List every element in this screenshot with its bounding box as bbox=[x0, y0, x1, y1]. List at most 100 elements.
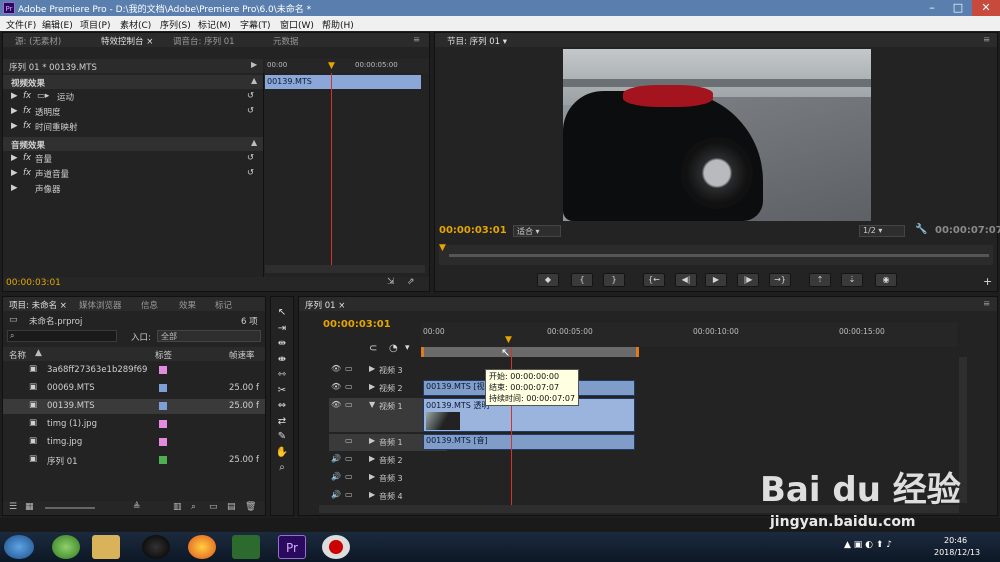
reset-icon[interactable]: ↺ bbox=[247, 153, 254, 163]
automate-icon[interactable]: ≜ bbox=[133, 502, 141, 512]
step-forward-button[interactable]: |▶ bbox=[737, 273, 759, 287]
expand-icon[interactable]: ▶ bbox=[369, 490, 375, 499]
eye-icon[interactable]: 👁 bbox=[331, 400, 341, 409]
fit-dropdown[interactable]: 适合 ▾ bbox=[513, 225, 561, 237]
minimize-icon[interactable]: – bbox=[920, 0, 944, 16]
new-bin-icon[interactable]: ▭ bbox=[209, 502, 218, 512]
reset-icon[interactable]: ↺ bbox=[247, 106, 254, 116]
collapse-icon[interactable]: ▼ bbox=[369, 400, 375, 409]
expand-icon[interactable]: ▶ bbox=[369, 436, 375, 445]
clip-audio-1[interactable]: 00139.MTS [音] bbox=[423, 434, 635, 450]
menu-title[interactable]: 字幕(T) bbox=[240, 18, 271, 31]
film-icon[interactable]: ▭ bbox=[345, 400, 353, 409]
project-item[interactable]: ▣ 00139.MTS 25.00 f bbox=[3, 399, 265, 414]
column-name[interactable]: 名称 bbox=[9, 349, 26, 361]
track-audio-2[interactable]: 🔊 ▭ ▶ 音频 2 bbox=[329, 452, 447, 469]
expand-icon[interactable]: ▶ bbox=[369, 472, 375, 481]
eye-icon[interactable]: 👁 bbox=[331, 364, 341, 373]
zoom-slider[interactable] bbox=[45, 507, 95, 509]
rolling-edit-icon[interactable]: ⇼ bbox=[275, 352, 289, 368]
playhead-icon[interactable]: ▼ bbox=[505, 335, 512, 345]
tab-effects[interactable]: 效果 bbox=[179, 299, 196, 311]
reset-icon[interactable]: ↺ bbox=[247, 168, 254, 178]
playhead-icon[interactable]: ▼ bbox=[439, 243, 446, 253]
export-icon[interactable]: ⇲ bbox=[387, 277, 395, 287]
effect-row-opacity[interactable]: ▶ fx 透明度 ↺ bbox=[3, 106, 263, 121]
tab-sequence[interactable]: 序列 01 × bbox=[305, 299, 345, 311]
hand-icon[interactable]: ✋ bbox=[275, 445, 289, 461]
menu-edit[interactable]: 编辑(E) bbox=[42, 18, 73, 31]
extract-button[interactable]: ⇣ bbox=[841, 273, 863, 287]
pen-icon[interactable]: ✎ bbox=[275, 429, 289, 445]
close-icon[interactable]: ✕ bbox=[972, 0, 1000, 16]
project-item[interactable]: ▣ 00069.MTS 25.00 f bbox=[3, 381, 265, 396]
menu-window[interactable]: 窗口(W) bbox=[280, 18, 314, 31]
add-marker-button[interactable]: ◆ bbox=[537, 273, 559, 287]
timeline-ruler[interactable]: 00:00 00:00:05:00 00:00:10:00 00:00:15:0… bbox=[421, 323, 957, 347]
speaker-icon[interactable]: 🔊 bbox=[331, 454, 341, 463]
program-timecode[interactable]: 00:00:03:01 bbox=[439, 225, 507, 236]
film-icon[interactable]: ▭ bbox=[345, 454, 353, 463]
collapse-icon[interactable]: ▲ bbox=[251, 138, 257, 147]
track-video-3[interactable]: 👁 ▭ ▶ 视频 3 bbox=[329, 362, 447, 379]
wrench-icon[interactable]: 🔧 bbox=[915, 224, 927, 235]
tab-metadata[interactable]: 元数据 bbox=[273, 35, 299, 47]
effect-row-time-remap[interactable]: ▶ fx 时间重映射 bbox=[3, 121, 263, 136]
add-marker-icon[interactable]: ◔ bbox=[389, 343, 398, 354]
panel-menu-icon[interactable]: ≡ bbox=[983, 35, 990, 45]
menu-file[interactable]: 文件(F) bbox=[6, 18, 36, 31]
new-item-icon[interactable]: ▤ bbox=[227, 502, 236, 512]
tray-icons[interactable]: ▲ ▣ ◐ ⬆ ♪ bbox=[844, 540, 892, 550]
maximize-icon[interactable]: □ bbox=[946, 0, 970, 16]
find-icon[interactable]: ⌕ bbox=[191, 502, 196, 512]
tab-program[interactable]: 节目: 序列 01 ▾ bbox=[447, 35, 507, 47]
tab-project[interactable]: 项目: 未命名 × bbox=[9, 299, 67, 311]
tab-media-browser[interactable]: 媒体浏览器 bbox=[79, 299, 122, 311]
expand-icon[interactable]: ▶ bbox=[369, 454, 375, 463]
go-to-out-button[interactable]: →} bbox=[769, 273, 791, 287]
menu-project[interactable]: 项目(P) bbox=[80, 18, 110, 31]
tab-effect-controls[interactable]: 特效控制台 × bbox=[101, 35, 153, 47]
film-icon[interactable]: ▭ bbox=[345, 382, 353, 391]
project-item[interactable]: ▣ 3a68ff27363e1b289f69628c bbox=[3, 363, 265, 378]
folder-icon[interactable] bbox=[92, 535, 120, 559]
effect-row-panner[interactable]: ▶ 声像器 bbox=[3, 183, 263, 198]
track-audio-4[interactable]: 🔊 ▭ ▶ 音频 4 bbox=[329, 488, 447, 505]
bin-icon[interactable]: ▥ bbox=[173, 502, 182, 512]
tab-audio-mixer[interactable]: 调音台: 序列 01 bbox=[173, 35, 235, 47]
reset-icon[interactable]: ↺ bbox=[247, 91, 254, 101]
eye-icon[interactable]: 👁 bbox=[331, 382, 341, 391]
effect-timecode[interactable]: 00:00:03:01 bbox=[6, 278, 61, 288]
tab-source[interactable]: 源: (无素材) bbox=[15, 35, 61, 47]
menu-clip[interactable]: 素材(C) bbox=[120, 18, 151, 31]
play-arrow-icon[interactable]: ▶ bbox=[251, 60, 257, 69]
zoom-icon[interactable]: ⌕ bbox=[275, 460, 289, 476]
search-input[interactable]: ⌕ bbox=[7, 330, 117, 342]
snap-icon[interactable]: ⊂ bbox=[369, 343, 377, 354]
film-icon[interactable]: ▭ bbox=[345, 472, 353, 481]
entry-dropdown[interactable]: 全部 bbox=[157, 330, 261, 342]
marker-icon[interactable]: ▾ bbox=[405, 343, 410, 353]
icon-view-icon[interactable]: ▦ bbox=[25, 502, 34, 512]
clock-date[interactable]: 2018/12/13 bbox=[934, 548, 980, 557]
app-360-icon[interactable] bbox=[52, 535, 80, 559]
track-select-icon[interactable]: ⇥ bbox=[275, 321, 289, 337]
record-icon[interactable] bbox=[322, 535, 350, 559]
project-item[interactable]: ▣ 序列 01 25.00 f bbox=[3, 453, 265, 468]
tab-info[interactable]: 信息 bbox=[141, 299, 158, 311]
menu-marker[interactable]: 标记(M) bbox=[198, 18, 231, 31]
film-icon[interactable]: ▭ bbox=[345, 364, 353, 373]
add-button-icon[interactable]: + bbox=[983, 275, 992, 288]
media-app-icon[interactable] bbox=[232, 535, 260, 559]
speaker-icon[interactable]: 🔊 bbox=[331, 490, 341, 499]
panel-menu-icon[interactable]: ≡ bbox=[413, 35, 420, 45]
ripple-edit-icon[interactable]: ⇹ bbox=[275, 336, 289, 352]
project-item[interactable]: ▣ timg.jpg bbox=[3, 435, 265, 450]
timeline-timecode[interactable]: 00:00:03:01 bbox=[323, 319, 391, 330]
lift-button[interactable]: ⇡ bbox=[809, 273, 831, 287]
play-button[interactable]: ▶ bbox=[705, 273, 727, 287]
effect-scrollbar[interactable] bbox=[265, 265, 425, 273]
playhead-icon[interactable]: ▼ bbox=[328, 61, 335, 71]
collapse-icon[interactable]: ▲ bbox=[251, 76, 257, 85]
trash-icon[interactable]: 🗑 bbox=[245, 502, 256, 512]
